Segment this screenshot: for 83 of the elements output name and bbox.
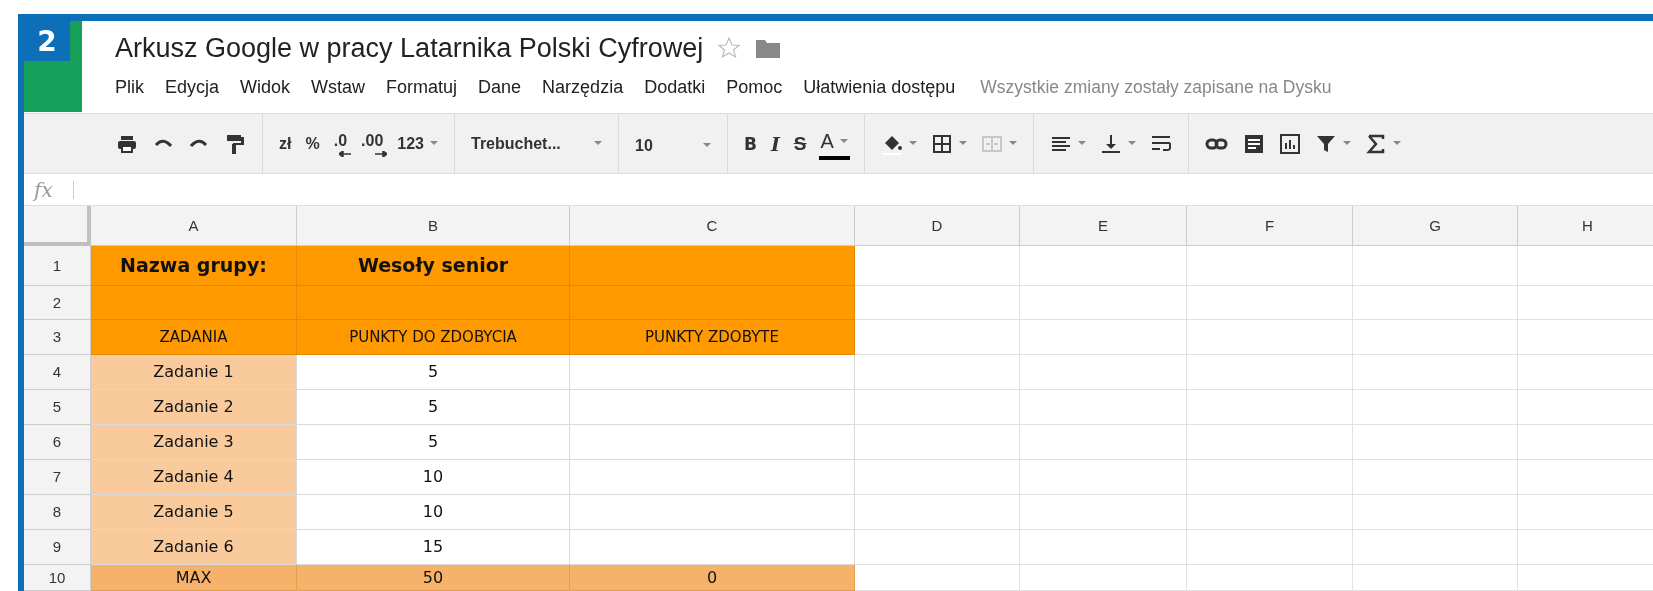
table-cell: 5 (297, 355, 570, 390)
row-header[interactable]: 6 (24, 425, 91, 460)
table-cell: Zadanie 3 (91, 425, 297, 460)
caret-icon[interactable] (1342, 141, 1351, 147)
menu-item[interactable]: Edycja (165, 76, 220, 98)
folder-icon[interactable] (755, 37, 782, 59)
caret-icon[interactable] (908, 141, 917, 147)
increase-decimal-button[interactable]: .00 (359, 126, 386, 161)
column-header[interactable]: H (1518, 206, 1653, 246)
table-cell: MAX (91, 565, 297, 591)
sigma-icon[interactable] (1364, 132, 1387, 155)
table-cell: 10 (297, 460, 570, 495)
table-cell: Zadanie 2 (91, 390, 297, 425)
menu-item[interactable]: Pomoc (726, 76, 783, 98)
table-cell: 0 (570, 565, 855, 591)
menu-item[interactable]: Dane (478, 76, 522, 98)
font-size-dropdown[interactable]: 10 (633, 126, 713, 161)
step-badge: 2 (24, 21, 70, 61)
format-button[interactable]: zł (277, 126, 294, 161)
table-cell: 50 (297, 565, 570, 591)
row-header[interactable]: 3 (24, 320, 91, 355)
caret-icon[interactable] (430, 141, 438, 147)
menu-item[interactable]: Ułatwienia dostępu (803, 76, 956, 98)
caret-icon[interactable] (594, 141, 602, 147)
align-bottom-icon[interactable] (1099, 132, 1122, 155)
text-color-button[interactable]: A (818, 127, 850, 160)
menu-item[interactable]: Dodatki (644, 76, 706, 98)
column-header[interactable]: E (1020, 206, 1187, 246)
menu-item[interactable]: Widok (240, 76, 291, 98)
table-cell: PUNKTY ZDOBYTE (570, 320, 855, 355)
chart-icon[interactable] (1278, 132, 1301, 155)
menu-item[interactable]: Formatuj (386, 76, 458, 98)
row-header[interactable]: 7 (24, 460, 91, 495)
row-header[interactable]: 4 (24, 355, 91, 390)
column-header[interactable]: B (297, 206, 570, 246)
menu-item[interactable]: Plik (115, 76, 144, 98)
column-header[interactable]: D (855, 206, 1020, 246)
caret-icon[interactable] (703, 143, 711, 149)
comment-icon[interactable] (1242, 132, 1265, 155)
column-header[interactable]: A (91, 206, 297, 246)
row-header[interactable]: 1 (24, 246, 91, 286)
table-cell: 15 (297, 530, 570, 565)
row-header[interactable]: 5 (24, 390, 91, 425)
column-header[interactable]: F (1187, 206, 1353, 246)
row-header[interactable]: 8 (24, 495, 91, 530)
font-dropdown[interactable]: Trebuchet... (469, 126, 604, 161)
caret-icon[interactable] (1127, 141, 1136, 147)
row-header[interactable]: 10 (24, 565, 91, 591)
star-icon[interactable] (717, 36, 742, 60)
save-status: Wszystkie zmiany zostały zapisane na Dysku (980, 76, 1332, 98)
borders-icon[interactable] (930, 132, 953, 155)
table-cell: ZADANIA (91, 320, 297, 355)
arrow-icon (339, 150, 352, 157)
formula-label: fx (34, 177, 53, 202)
menu-item[interactable]: Narzędzia (542, 76, 624, 98)
column-header[interactable]: C (570, 206, 855, 246)
table-cell: PUNKTY DO ZDOBYCIA (297, 320, 570, 355)
bold-button[interactable]: B (742, 126, 759, 161)
menu-item[interactable]: Wstaw (311, 76, 366, 98)
caret-icon[interactable] (1077, 141, 1086, 147)
italic-button[interactable]: I (768, 126, 782, 161)
strikethrough-button[interactable]: S (791, 126, 809, 161)
column-header[interactable]: G (1353, 206, 1518, 246)
caret-icon[interactable] (1392, 141, 1401, 147)
table-cell: Nazwa grupy: (91, 246, 297, 286)
document-title[interactable]: Arkusz Google w pracy Latarnika Polski Cyfrowej (115, 32, 704, 64)
table-cell: Zadanie 5 (91, 495, 297, 530)
table-cell: Zadanie 1 (91, 355, 297, 390)
decrease-decimal-button[interactable]: .0 (331, 126, 350, 161)
format-button[interactable]: % (303, 126, 322, 161)
caret-icon[interactable] (839, 139, 848, 145)
row-header[interactable]: 2 (24, 286, 91, 320)
caret-icon[interactable] (958, 141, 967, 147)
row-header[interactable]: 9 (24, 530, 91, 565)
table-cell: Wesoły senior (297, 246, 570, 286)
format-button[interactable]: 123 (395, 126, 440, 161)
table-cell: 5 (297, 390, 570, 425)
table-cell: 10 (297, 495, 570, 530)
paint-roller-icon[interactable] (224, 132, 246, 155)
arrow-icon (375, 150, 388, 157)
table-cell: Zadanie 4 (91, 460, 297, 495)
table-cell: 5 (297, 425, 570, 460)
table-cell: Zadanie 6 (91, 530, 297, 565)
